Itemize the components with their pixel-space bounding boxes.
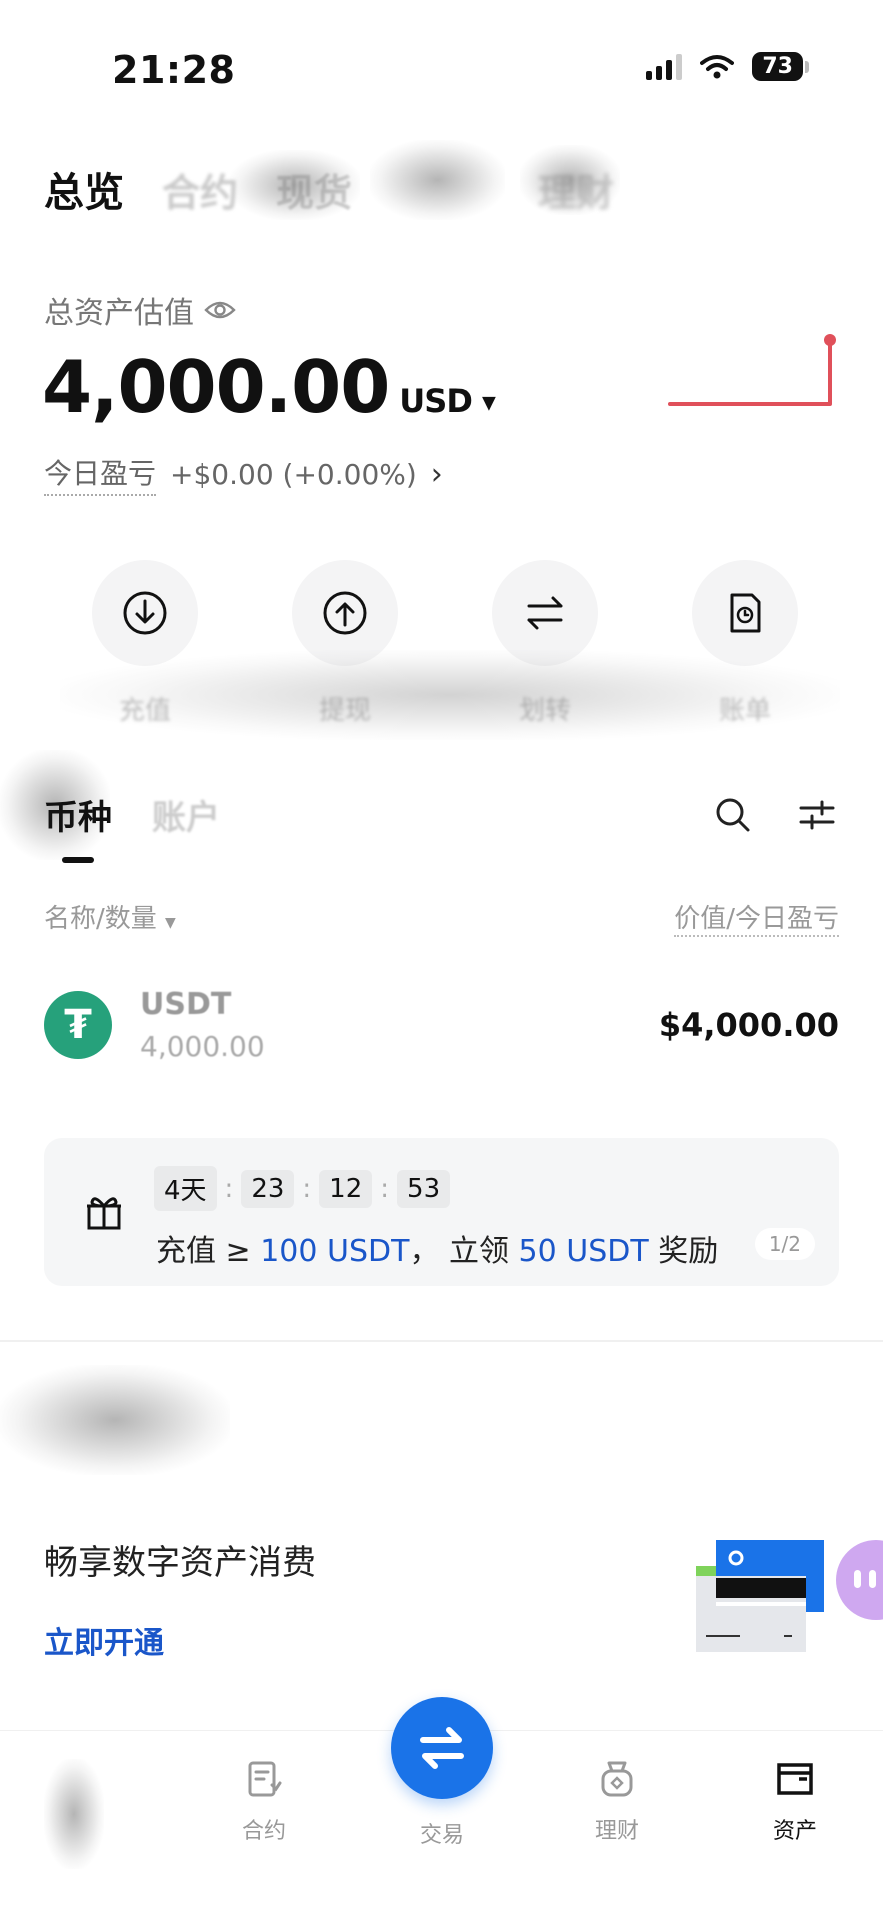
currency-label: USD — [399, 382, 473, 420]
nav-finance-label: 理财 — [594, 1819, 639, 1844]
deposit-promo-card[interactable]: 4天 : 23 : 12 : 53 充值 ≥ 100 USDT， 立领 50 U… — [44, 1138, 839, 1286]
countdown-timer: 4天 : 23 : 12 : 53 — [154, 1166, 451, 1211]
timer-separator: : — [380, 1173, 390, 1204]
tab-accounts[interactable]: 账户 — [152, 790, 220, 839]
sort-by-name[interactable]: 名称/数量 ▼ — [44, 898, 176, 937]
status-icons: 73 — [646, 52, 809, 81]
tab-contract[interactable]: 合约 — [162, 162, 238, 217]
currency-selector[interactable]: USD ▼ — [399, 382, 496, 420]
list-header: 名称/数量 ▼ 价值/今日盈亏 — [44, 898, 839, 937]
asset-amount: 4,000.00 — [42, 345, 390, 429]
nav-home[interactable] — [14, 1759, 134, 1883]
card-promo-image — [696, 1540, 824, 1652]
promo-text-middle: ， 立领 — [409, 1234, 519, 1269]
status-time: 21:28 — [112, 48, 236, 92]
tab-overview[interactable]: 总览 — [44, 160, 124, 218]
nav-contract[interactable]: 合约 — [204, 1759, 324, 1845]
trade-button[interactable] — [391, 1697, 493, 1799]
timer-separator: : — [302, 1173, 312, 1204]
trade-icon — [420, 1727, 464, 1769]
battery-indicator: 73 — [752, 52, 809, 81]
name-qty-header: 名称/数量 — [44, 904, 157, 934]
caret-down-icon: ▼ — [482, 392, 496, 414]
chat-dots-icon — [854, 1570, 876, 1588]
promo-text-suffix: 奖励 — [648, 1234, 719, 1269]
coin-info: USDT 4,000.00 — [140, 987, 265, 1063]
timer-seconds: 53 — [397, 1169, 451, 1208]
contract-icon — [248, 1761, 282, 1797]
scribble-redaction — [230, 150, 360, 220]
total-asset-value: 4,000.00 USD ▼ — [42, 345, 496, 429]
search-icon[interactable] — [713, 795, 753, 835]
promo-message: 充值 ≥ 100 USDT， 立领 50 USDT 奖励 — [156, 1226, 718, 1270]
wifi-icon — [700, 54, 735, 78]
gift-icon — [87, 1197, 121, 1230]
coin-row[interactable]: ₮ USDT 4,000.00 $4,000.00 — [44, 975, 839, 1075]
scribble-redaction — [0, 1365, 230, 1475]
chevron-right-icon: › — [430, 456, 443, 492]
timer-hours: 23 — [241, 1169, 295, 1208]
usdt-logo-icon: ₮ — [44, 991, 112, 1059]
filter-icon[interactable] — [797, 795, 837, 835]
nav-trade-label: 交易 — [419, 1823, 464, 1848]
assets-icon — [777, 1763, 813, 1795]
nav-assets[interactable]: 资产 — [735, 1759, 855, 1845]
chat-assistant-icon[interactable] — [836, 1540, 883, 1620]
coin-quantity: 4,000.00 — [140, 1030, 265, 1063]
total-asset-label: 总资产估值 — [44, 288, 236, 332]
nav-contract-label: 合约 — [241, 1819, 286, 1844]
coin-value: $4,000.00 — [658, 1006, 839, 1044]
nav-assets-label: 资产 — [772, 1819, 817, 1844]
scribble-redaction — [520, 145, 620, 215]
nav-finance[interactable]: 理财 — [557, 1759, 677, 1845]
promo-amount: 100 USDT — [260, 1234, 410, 1269]
eye-icon[interactable] — [204, 299, 236, 321]
promo-reward: 50 USDT — [518, 1234, 649, 1269]
card-promo-title: 畅享数字资产消费 — [44, 1543, 316, 1583]
list-tools — [713, 795, 837, 835]
scribble-redaction — [60, 650, 840, 740]
timer-separator: : — [224, 1173, 234, 1204]
timer-days: 4天 — [154, 1166, 217, 1211]
asset-sparkline — [668, 334, 836, 406]
today-pnl-label: 今日盈亏 — [44, 452, 157, 496]
signal-icon — [646, 53, 683, 80]
promo-text-prefix: 充值 ≥ — [156, 1234, 261, 1269]
promo-pager: 1/2 — [754, 1228, 815, 1260]
section-divider — [0, 1340, 883, 1342]
scribble-redaction — [370, 140, 505, 220]
asset-view-tabs: 币种 账户 — [44, 790, 220, 863]
total-asset-label-text: 总资产估值 — [44, 296, 194, 331]
tab-coins[interactable]: 币种 — [44, 790, 112, 863]
home-icon — [44, 1759, 104, 1869]
coin-symbol: USDT — [140, 987, 232, 1022]
today-pnl[interactable]: 今日盈亏 +$0.00 (+0.00%) › — [44, 452, 443, 496]
finance-icon — [601, 1761, 633, 1797]
today-pnl-value: +$0.00 (+0.00%) — [170, 457, 417, 491]
bottom-nav: 合约 交易 理财 资产 — [0, 1697, 883, 1920]
value-pnl-header[interactable]: 价值/今日盈亏 — [674, 898, 839, 937]
timer-minutes: 12 — [319, 1169, 373, 1208]
card-activate-link[interactable]: 立即开通 — [44, 1618, 164, 1662]
sort-caret-icon: ▼ — [165, 915, 176, 931]
